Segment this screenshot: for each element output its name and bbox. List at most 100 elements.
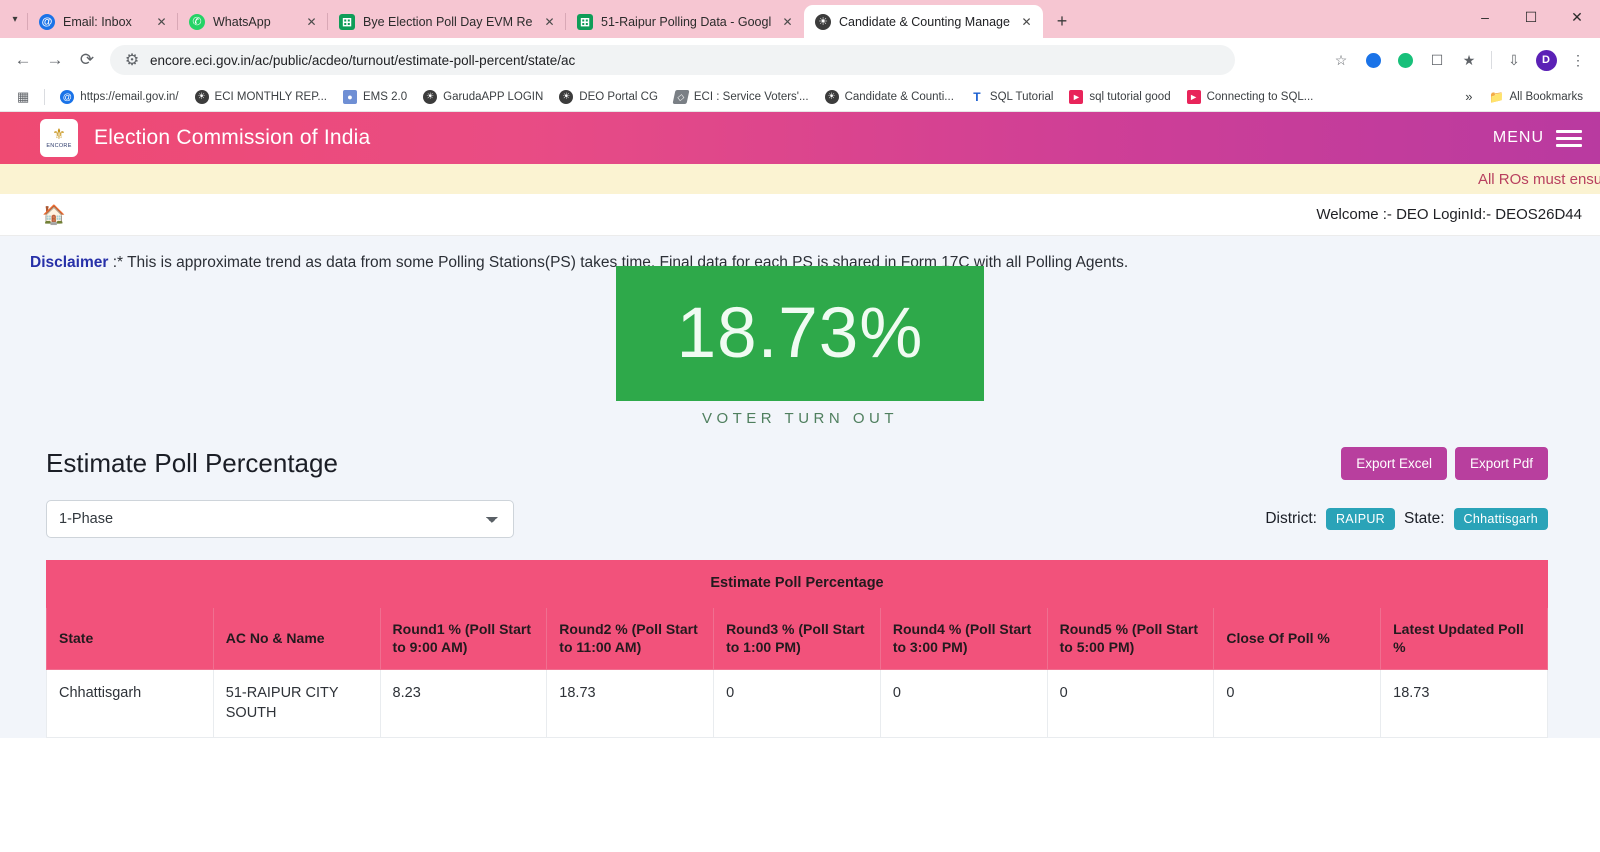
- marquee-text: All ROs must ensure a: [1477, 170, 1600, 188]
- home-icon[interactable]: 🏠: [42, 203, 66, 227]
- toolbar-icons: ☆ ☐ ★ ⇩ D ⋮: [1327, 46, 1592, 74]
- cell-latest-updated: 18.73: [1380, 669, 1548, 739]
- col-header-round1: Round1 % (Poll Start to 9:00 AM): [379, 606, 548, 671]
- whatsapp-favicon: ✆: [189, 13, 205, 30]
- phase-select[interactable]: 1-Phase: [46, 500, 514, 538]
- site-header: ⚜ ENCORE Election Commission of India ME…: [0, 112, 1600, 164]
- eci-favicon: ◇: [672, 89, 690, 104]
- email-favicon: @: [60, 89, 75, 104]
- menu-button[interactable]: MENU: [1493, 129, 1582, 147]
- bookmarks-overflow-icon[interactable]: »: [1457, 89, 1480, 104]
- close-icon[interactable]: ✕: [541, 13, 558, 30]
- browser-tab-3[interactable]: ⊞ 51-Raipur Polling Data - Googl ✕: [565, 5, 804, 38]
- bookmark-star-icon[interactable]: ☆: [1327, 46, 1355, 74]
- col-header-latest-updated: Latest Updated Poll %: [1380, 606, 1548, 671]
- bookmark-label: DEO Portal CG: [579, 90, 658, 103]
- main-content: Disclaimer :* This is approximate trend …: [0, 236, 1600, 739]
- col-header-round2: Round2 % (Poll Start to 11:00 AM): [546, 606, 715, 671]
- bookmark-label: Connecting to SQL...: [1206, 90, 1314, 103]
- turnout-block: 18.73% VOTER TURN OUT: [0, 266, 1600, 427]
- all-bookmarks-label: All Bookmarks: [1509, 90, 1584, 103]
- bookmark-item-4[interactable]: ☀ DEO Portal CG: [552, 87, 665, 107]
- tab-search-chevron-icon[interactable]: ▾: [2, 0, 28, 38]
- browser-tab-2[interactable]: ⊞ Bye Election Poll Day EVM Rep ✕: [327, 5, 566, 38]
- extension-blue-icon[interactable]: [1359, 46, 1387, 74]
- export-pdf-button[interactable]: Export Pdf: [1454, 447, 1548, 480]
- bookmark-label: GarudaAPP LOGIN: [443, 90, 544, 103]
- address-bar[interactable]: ⚙ encore.eci.gov.in/ac/public/acdeo/turn…: [110, 45, 1235, 75]
- tab-title: Bye Election Poll Day EVM Rep: [363, 14, 533, 29]
- table-caption-row: Estimate Poll Percentage: [46, 560, 1548, 608]
- browser-tab-4-active[interactable]: ☀ Candidate & Counting Manage ✕: [804, 5, 1043, 38]
- location-meta: District: RAIPUR State: Chhattisgarh: [1265, 508, 1548, 530]
- all-bookmarks-button[interactable]: 📁 All Bookmarks: [1483, 87, 1591, 107]
- folder-icon: 📁: [1489, 89, 1504, 104]
- apps-grid-icon[interactable]: ▦: [10, 86, 36, 108]
- estimate-poll-table: Estimate Poll Percentage State AC No & N…: [46, 560, 1548, 739]
- close-icon[interactable]: ✕: [303, 13, 320, 30]
- hamburger-icon[interactable]: [1556, 129, 1582, 147]
- downloads-icon[interactable]: ⇩: [1500, 46, 1528, 74]
- table-container: Estimate Poll Percentage State AC No & N…: [0, 538, 1600, 739]
- bookmark-item-9[interactable]: ► Connecting to SQL...: [1180, 87, 1321, 107]
- close-icon[interactable]: ✕: [779, 13, 796, 30]
- email-favicon: @: [39, 13, 55, 30]
- table-caption: Estimate Poll Percentage: [46, 560, 1548, 608]
- close-window-icon[interactable]: ✕: [1554, 0, 1600, 34]
- minimize-icon[interactable]: –: [1462, 0, 1508, 34]
- chrome-menu-icon[interactable]: ⋮: [1564, 46, 1592, 74]
- site-settings-icon[interactable]: ⚙: [124, 52, 140, 69]
- forward-icon[interactable]: →: [40, 45, 70, 75]
- table-header-row: State AC No & Name Round1 % (Poll Start …: [46, 606, 1548, 671]
- turnout-value: 18.73%: [676, 294, 924, 373]
- maximize-icon[interactable]: ☐: [1508, 0, 1554, 34]
- bookmark-item-3[interactable]: ☀ GarudaAPP LOGIN: [416, 87, 550, 107]
- cell-ac-no-name: 51-RAIPUR CITY SOUTH: [212, 669, 381, 739]
- bookmark-item-2[interactable]: ● EMS 2.0: [336, 87, 414, 107]
- reload-icon[interactable]: ⟳: [72, 45, 102, 75]
- title-row: Estimate Poll Percentage Export Excel Ex…: [0, 427, 1600, 480]
- browser-toolbar: ← → ⟳ ⚙ encore.eci.gov.in/ac/public/acde…: [0, 38, 1600, 82]
- bookmark-item-0[interactable]: @ https://email.gov.in/: [53, 87, 185, 107]
- turnout-box: 18.73%: [616, 266, 984, 401]
- table-row: Chhattisgarh 51-RAIPUR CITY SOUTH 8.23 1…: [46, 669, 1548, 739]
- globe-favicon: ☀: [824, 89, 839, 104]
- back-icon[interactable]: ←: [8, 45, 38, 75]
- media-cast-icon[interactable]: ☐: [1423, 46, 1451, 74]
- welcome-text: Welcome :- DEO LoginId:- DEOS26D44: [1316, 206, 1582, 223]
- new-tab-button[interactable]: +: [1047, 6, 1077, 36]
- state-badge: Chhattisgarh: [1453, 508, 1548, 530]
- bookmark-label: SQL Tutorial: [989, 90, 1054, 103]
- bookmark-item-8[interactable]: ► sql tutorial good: [1062, 87, 1177, 107]
- close-icon[interactable]: ✕: [153, 13, 170, 30]
- district-label: District:: [1265, 510, 1317, 527]
- browser-tab-1[interactable]: ✆ WhatsApp ✕: [177, 5, 328, 38]
- tab-title: 51-Raipur Polling Data - Googl: [601, 14, 771, 29]
- export-button-group: Export Excel Export Pdf: [1341, 447, 1548, 480]
- profile-avatar[interactable]: D: [1532, 46, 1560, 74]
- eci-logo: ⚜ ENCORE: [40, 119, 78, 157]
- cell-round1: 8.23: [379, 669, 548, 739]
- bookmark-label: Candidate & Counti...: [844, 90, 954, 103]
- extensions-puzzle-icon[interactable]: ★: [1455, 46, 1483, 74]
- export-excel-button[interactable]: Export Excel: [1341, 447, 1447, 480]
- cell-round2: 18.73: [546, 669, 715, 739]
- bookmark-item-1[interactable]: ☀ ECI MONTHLY REP...: [188, 87, 334, 107]
- tab-title: Candidate & Counting Manage: [839, 14, 1010, 29]
- col-header-ac-no-name: AC No & Name: [212, 606, 381, 671]
- emblem-icon: ⚜: [52, 126, 66, 143]
- bookmark-item-6[interactable]: ☀ Candidate & Counti...: [818, 87, 961, 107]
- globe-favicon: ☀: [423, 89, 438, 104]
- browser-tab-0[interactable]: @ Email: Inbox ✕: [27, 5, 178, 38]
- bookmark-item-5[interactable]: ◇ ECI : Service Voters'...: [667, 87, 816, 107]
- ems-favicon: ●: [343, 89, 358, 104]
- globe-favicon: ☀: [559, 89, 574, 104]
- bookmark-item-7[interactable]: T SQL Tutorial: [963, 87, 1061, 107]
- announcement-marquee: All ROs must ensure a: [0, 164, 1600, 194]
- browser-window: ▾ @ Email: Inbox ✕ ✆ WhatsApp ✕ ⊞ Bye El…: [0, 0, 1600, 852]
- close-icon[interactable]: ✕: [1018, 13, 1035, 30]
- cell-close-of-poll: 0: [1213, 669, 1382, 739]
- google-sheets-favicon: ⊞: [577, 13, 593, 30]
- extension-green-icon[interactable]: [1391, 46, 1419, 74]
- col-header-close-of-poll: Close Of Poll %: [1213, 606, 1382, 671]
